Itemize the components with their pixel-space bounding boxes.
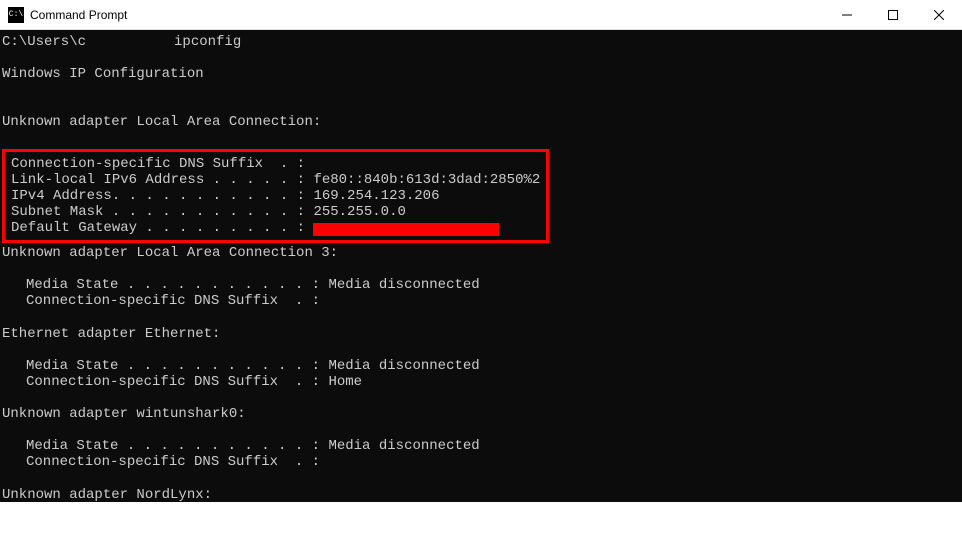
config-value: Media disconnected: [328, 438, 479, 454]
window-controls: [824, 0, 962, 29]
terminal-output[interactable]: C:\Users\c ipconfig Windows IP Configurat…: [0, 30, 962, 502]
prompt-line: C:\Users\c ipconfig: [2, 34, 960, 50]
config-label: Media State . . . . . . . . . . . :: [26, 438, 328, 454]
config-label: Connection-specific DNS Suffix . :: [26, 374, 328, 390]
redacted-gateway: [313, 223, 499, 236]
config-line: Connection-specific DNS Suffix . :: [2, 454, 960, 470]
maximize-button[interactable]: [870, 0, 916, 29]
config-line: Default Gateway . . . . . . . . . :: [11, 220, 499, 236]
prompt-path: C:\Users\c: [2, 34, 86, 50]
config-label: Link-local IPv6 Address . . . . . :: [11, 172, 313, 188]
cmd-icon: C:\: [8, 7, 24, 23]
config-line: Connection-specific DNS Suffix . : Home: [2, 374, 960, 390]
ipconfig-header: Windows IP Configuration: [2, 66, 204, 82]
config-label: Default Gateway . . . . . . . . . :: [11, 220, 313, 236]
config-line: Media State . . . . . . . . . . . : Medi…: [2, 438, 960, 454]
config-line: Subnet Mask . . . . . . . . . . . : 255.…: [11, 204, 406, 220]
adapter-title: Ethernet adapter Ethernet:: [2, 326, 220, 342]
config-label: Subnet Mask . . . . . . . . . . . :: [11, 204, 313, 220]
adapter-title: Unknown adapter Local Area Connection:: [2, 114, 321, 130]
config-value: 169.254.123.206: [313, 188, 439, 204]
config-value: Media disconnected: [328, 358, 479, 374]
config-label: IPv4 Address. . . . . . . . . . . :: [11, 188, 313, 204]
config-line: IPv4 Address. . . . . . . . . . . : 169.…: [11, 188, 439, 204]
config-label: Media State . . . . . . . . . . . :: [26, 277, 328, 293]
window-titlebar: C:\ Command Prompt: [0, 0, 962, 30]
highlight-box: Connection-specific DNS Suffix . : Link-…: [2, 149, 549, 243]
config-label: Connection-specific DNS Suffix . :: [11, 156, 313, 172]
config-line: Link-local IPv6 Address . . . . . : fe80…: [11, 172, 540, 188]
config-line: Connection-specific DNS Suffix . :: [11, 156, 313, 172]
redacted-username: [86, 34, 174, 48]
command-text: ipconfig: [174, 34, 241, 50]
config-value: 255.255.0.0: [313, 204, 405, 220]
config-label: Connection-specific DNS Suffix . :: [26, 293, 328, 309]
config-value: fe80::840b:613d:3dad:2850%2: [313, 172, 540, 188]
minimize-button[interactable]: [824, 0, 870, 29]
window-title: Command Prompt: [30, 8, 824, 22]
config-line: Media State . . . . . . . . . . . : Medi…: [2, 277, 960, 293]
adapter-title: Unknown adapter wintunshark0:: [2, 406, 246, 422]
close-button[interactable]: [916, 0, 962, 29]
adapter-title: Unknown adapter NordLynx:: [2, 487, 212, 503]
config-value: Media disconnected: [328, 277, 479, 293]
config-label: Media State . . . . . . . . . . . :: [26, 358, 328, 374]
config-label: Connection-specific DNS Suffix . :: [26, 454, 328, 470]
config-line: Connection-specific DNS Suffix . :: [2, 293, 960, 309]
config-line: Media State . . . . . . . . . . . : Medi…: [2, 358, 960, 374]
adapter-title: Unknown adapter Local Area Connection 3:: [2, 245, 338, 261]
config-value: Home: [328, 374, 362, 390]
